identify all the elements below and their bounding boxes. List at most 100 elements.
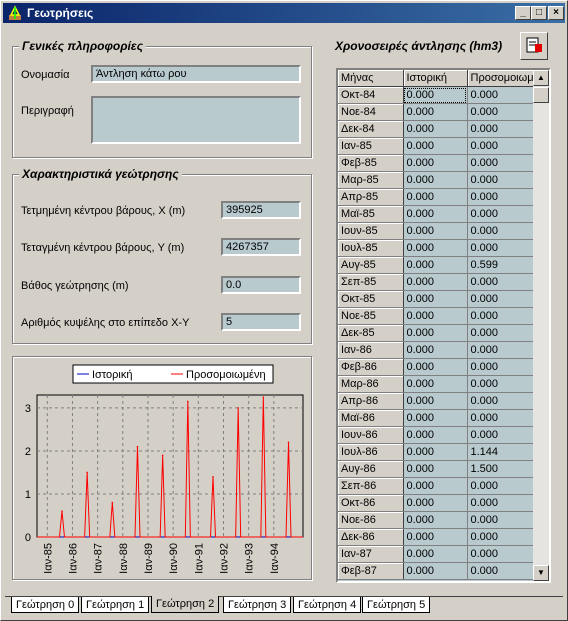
- simulated-cell[interactable]: 0.000: [467, 392, 535, 410]
- tab-well-3[interactable]: Γεώτρηση 3: [223, 597, 292, 613]
- simulated-cell[interactable]: 0.000: [467, 273, 535, 291]
- maximize-button[interactable]: □: [531, 6, 547, 20]
- simulated-cell[interactable]: 0.000: [467, 409, 535, 427]
- simulated-cell[interactable]: 0.000: [467, 137, 535, 155]
- historic-cell[interactable]: 0.000: [403, 545, 468, 563]
- row-month-cell: Ιουλ-85: [338, 239, 404, 257]
- name-field[interactable]: Άντληση κάτω ρου: [91, 65, 301, 83]
- table-row: Απρ-85 0.000 0.000: [338, 188, 535, 206]
- historic-cell[interactable]: 0.000: [403, 256, 468, 274]
- historic-cell[interactable]: 0.000: [403, 511, 468, 529]
- historic-cell[interactable]: 0.000: [403, 273, 468, 291]
- historic-cell[interactable]: 0.000: [403, 154, 468, 172]
- general-info-title: Γενικές πληροφορίες: [19, 39, 146, 53]
- tab-well-2[interactable]: Γεώτρηση 2: [151, 596, 220, 613]
- historic-cell[interactable]: 0.000: [403, 358, 468, 376]
- scroll-up-button[interactable]: ▲: [533, 70, 549, 86]
- simulated-cell[interactable]: 0.000: [467, 528, 535, 546]
- simulated-cell[interactable]: 0.000: [467, 290, 535, 308]
- simulated-cell[interactable]: 0.000: [467, 103, 535, 121]
- tab-well-5[interactable]: Γεώτρηση 5: [362, 597, 431, 613]
- row-month-cell: Ιαν-87: [338, 545, 404, 563]
- simulated-cell[interactable]: 0.000: [467, 324, 535, 342]
- historic-cell[interactable]: 0.000: [403, 409, 468, 427]
- grid-column-header[interactable]: Ιστορική: [403, 70, 468, 87]
- historic-cell[interactable]: 0.000: [403, 307, 468, 325]
- grid-column-header[interactable]: Μήνας: [338, 70, 404, 87]
- historic-cell[interactable]: 0.000: [403, 171, 468, 189]
- tab-well-1[interactable]: Γεώτρηση 1: [81, 597, 150, 613]
- title-bar[interactable]: Γεωτρήσεις _ □ ×: [3, 3, 565, 23]
- row-month-cell: Ιαν-86: [338, 341, 404, 359]
- simulated-cell[interactable]: 1.500: [467, 460, 535, 478]
- x-tick-label: Ιαν-87: [93, 543, 105, 574]
- depth-field[interactable]: 0.0: [221, 276, 301, 294]
- simulated-cell[interactable]: 0.000: [467, 494, 535, 512]
- window-title: Γεωτρήσεις: [27, 6, 94, 20]
- historic-cell[interactable]: 0.000: [403, 562, 468, 580]
- timeseries-grid[interactable]: Μήνας Ιστορική Προσομοιωμ Οκτ-84 0.000 0.000…: [336, 68, 551, 583]
- table-row: Ιαν-85 0.000 0.000: [338, 137, 535, 155]
- historic-cell[interactable]: 0.000: [403, 120, 468, 138]
- row-month-cell: Δεκ-86: [338, 528, 404, 546]
- historic-cell[interactable]: 0.000: [403, 528, 468, 546]
- historic-cell[interactable]: 0.000: [403, 290, 468, 308]
- historic-cell[interactable]: 0.000: [403, 239, 468, 257]
- close-button[interactable]: ×: [548, 6, 564, 20]
- scroll-thumb[interactable]: [533, 87, 549, 103]
- historic-cell[interactable]: 0.000: [403, 188, 468, 206]
- simulated-peak-point: [187, 400, 189, 403]
- scroll-down-button[interactable]: ▼: [533, 565, 549, 581]
- historic-cell[interactable]: 0.000: [403, 426, 468, 444]
- tab-well-4[interactable]: Γεώτρηση 4: [293, 597, 362, 613]
- historic-cell[interactable]: 0.000: [403, 477, 468, 495]
- simulated-cell[interactable]: 0.599: [467, 256, 535, 274]
- grid-column-header[interactable]: Προσομοιωμ: [467, 70, 535, 87]
- simulated-cell[interactable]: 0.000: [467, 188, 535, 206]
- simulated-cell[interactable]: 0.000: [467, 545, 535, 563]
- historic-cell[interactable]: 0.000: [403, 375, 468, 393]
- simulated-cell[interactable]: 0.000: [467, 358, 535, 376]
- historic-cell[interactable]: 0.000: [403, 460, 468, 478]
- export-button[interactable]: [520, 32, 548, 60]
- simulated-cell[interactable]: 0.000: [467, 341, 535, 359]
- grid-vertical-scrollbar[interactable]: ▲ ▼: [533, 70, 549, 581]
- x-coordinate-field[interactable]: 395925: [221, 201, 301, 219]
- simulated-peak-point: [262, 396, 265, 398]
- table-row: Οκτ-86 0.000 0.000: [338, 494, 535, 512]
- simulated-cell[interactable]: 0.000: [467, 375, 535, 393]
- simulated-cell[interactable]: 0.000: [467, 239, 535, 257]
- row-month-cell: Φεβ-87: [338, 562, 404, 580]
- table-row: Ιουν-86 0.000 0.000: [338, 426, 535, 444]
- description-field[interactable]: [91, 96, 301, 144]
- y-coordinate-field[interactable]: 4267357: [221, 238, 301, 256]
- minimize-button[interactable]: _: [515, 6, 531, 20]
- simulated-cell[interactable]: 1.144: [467, 443, 535, 461]
- historic-cell[interactable]: 0.000: [403, 222, 468, 240]
- historic-cell[interactable]: 0.000: [403, 494, 468, 512]
- tab-well-0[interactable]: Γεώτρηση 0: [11, 597, 80, 613]
- description-label: Περιγραφή: [21, 105, 74, 117]
- simulated-cell[interactable]: 0.000: [467, 86, 535, 104]
- historic-cell[interactable]: 0.000: [403, 341, 468, 359]
- simulated-cell[interactable]: 0.000: [467, 477, 535, 495]
- simulated-cell[interactable]: 0.000: [467, 307, 535, 325]
- simulated-cell[interactable]: 0.000: [467, 120, 535, 138]
- pumping-chart: Ιστορική Προσομοιωμένη 0 1 2 3 Ιαν-85 Ιαν-86 Ιαν…: [25, 364, 304, 574]
- simulated-cell[interactable]: 0.000: [467, 205, 535, 223]
- x-tick-label: Ιαν-91: [193, 543, 205, 574]
- historic-cell[interactable]: 0.000: [403, 103, 468, 121]
- historic-cell[interactable]: 0.000: [403, 86, 468, 104]
- simulated-cell[interactable]: 0.000: [467, 222, 535, 240]
- simulated-cell[interactable]: 0.000: [467, 511, 535, 529]
- historic-cell[interactable]: 0.000: [403, 324, 468, 342]
- historic-cell[interactable]: 0.000: [403, 205, 468, 223]
- simulated-cell[interactable]: 0.000: [467, 171, 535, 189]
- historic-cell[interactable]: 0.000: [403, 443, 468, 461]
- historic-cell[interactable]: 0.000: [403, 137, 468, 155]
- simulated-cell[interactable]: 0.000: [467, 426, 535, 444]
- historic-cell[interactable]: 0.000: [403, 392, 468, 410]
- simulated-cell[interactable]: 0.000: [467, 154, 535, 172]
- cell-number-field[interactable]: 5: [221, 313, 301, 331]
- simulated-cell[interactable]: 0.000: [467, 562, 535, 580]
